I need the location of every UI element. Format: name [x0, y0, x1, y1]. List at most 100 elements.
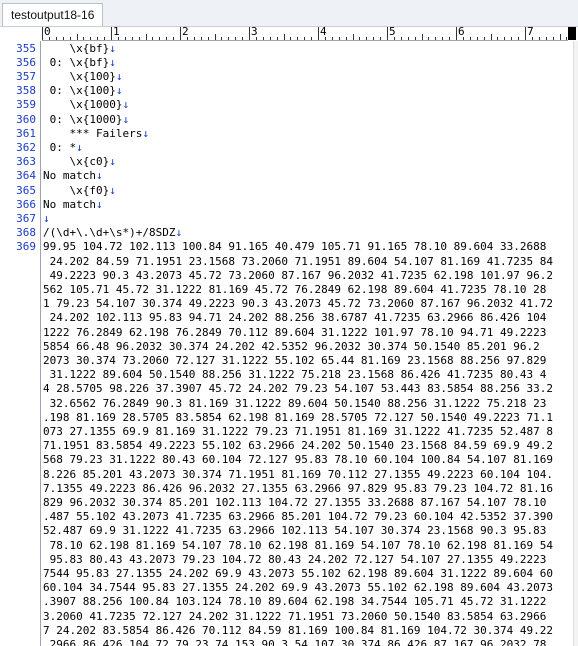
text-line[interactable]: /(\d+\.\d+\s*)+/8SDZ↓	[43, 226, 182, 240]
text-line[interactable]: 24.202 84.59 71.1951 23.1568 73.2060 71.…	[43, 255, 553, 269]
line-text: 7544 95.83 27.1355 24.202 69.9 43.2073 5…	[43, 566, 553, 580]
text-line[interactable]: .487 55.102 43.2073 41.7235 63.2966 85.2…	[43, 510, 553, 524]
text-line[interactable]: 0: \x{bf}↓	[43, 56, 116, 70]
line-text: /(\d+\.\d+\s*)+/8SDZ	[43, 226, 176, 240]
ruler-number: 7	[527, 27, 534, 38]
line-number: 368	[16, 226, 36, 240]
text-line[interactable]: 7544 95.83 27.1355 24.202 69.9 43.2073 5…	[43, 567, 553, 581]
line-text: \x{1000}	[43, 98, 123, 112]
text-line[interactable]: 78.10 62.198 81.169 54.107 78.10 62.198 …	[43, 539, 553, 553]
text-line[interactable]: 2073 30.374 73.2060 72.127 31.1222 55.10…	[43, 354, 546, 368]
line-text: 4 28.5705 98.226 37.3907 45.72 24.202 79…	[43, 382, 553, 396]
tab-testoutput[interactable]: testoutput18-16	[2, 3, 104, 26]
line-number-gutter: 355 356 357 358 359 360 361 362 363 364 365 366 367 3…	[0, 41, 40, 646]
ruler-number: 2	[182, 27, 189, 38]
line-text: 71.1951 83.5854 49.2223 55.102 63.2966 2…	[43, 439, 553, 453]
text-line[interactable]: 99.95 104.72 102.113 100.84 91.165 40.47…	[43, 240, 546, 254]
ruler-tick	[145, 34, 147, 40]
text-line[interactable]: \x{f0}↓	[43, 183, 116, 198]
text-line[interactable]: 829 96.2032 30.374 85.201 102.113 104.72…	[43, 496, 546, 510]
text-line[interactable]: 71.1951 83.5854 49.2223 55.102 63.2966 2…	[43, 439, 553, 453]
ruler-tick	[304, 37, 306, 40]
text-line[interactable]: 0: \x{100}↓	[43, 84, 123, 98]
text-line[interactable]: 60.104 34.7544 95.83 27.1355 24.202 69.9…	[43, 581, 553, 595]
ruler-tick	[152, 37, 154, 40]
text-line[interactable]: ↓	[43, 212, 50, 226]
text-line[interactable]: \x{1000}↓	[43, 98, 129, 112]
text-line[interactable]: 3.2060 41.7235 72.127 24.202 31.1222 71.…	[43, 610, 546, 624]
text-line[interactable]: 1 79.23 54.107 30.374 49.2223 90.3 43.20…	[43, 297, 553, 311]
text-line[interactable]: 32.6562 76.2849 90.3 81.169 31.1222 89.6…	[43, 397, 547, 411]
ruler-tick	[276, 37, 278, 40]
ruler-tick	[207, 37, 209, 40]
text-line[interactable]: 5854 66.48 96.2032 30.374 24.202 42.5352…	[43, 340, 540, 354]
eol-marker-icon: ↓	[95, 169, 103, 183]
ruler-tick	[262, 37, 264, 40]
text-line[interactable]: 52.487 69.9 31.1222 41.7235 63.2966 102.…	[43, 524, 546, 538]
text-line[interactable]: 562 105.71 45.72 31.1222 81.169 45.72 76…	[43, 283, 546, 297]
text-line[interactable]: 7 24.202 83.5854 86.426 70.112 84.59 81.…	[43, 624, 553, 638]
ruler-tick	[552, 37, 554, 40]
ruler-number: 1	[113, 27, 120, 38]
eol-marker-icon: ↓	[142, 126, 149, 140]
line-text: 24.202 102.113 95.83 94.71 24.202 88.256…	[43, 311, 547, 325]
line-text: 49.2223 90.3 43.2073 45.72 73.2060 87.16…	[43, 268, 553, 282]
ruler-tick	[111, 27, 112, 40]
ruler-tick	[490, 34, 492, 40]
ruler-number: 4	[320, 27, 327, 38]
text-line[interactable]: 1222 76.2849 62.198 76.2849 70.112 89.60…	[43, 326, 546, 340]
eol-marker-icon: ↓	[175, 226, 183, 240]
text-line[interactable]: 8.226 85.201 43.2073 30.374 71.1951 81.1…	[43, 468, 553, 482]
text-line[interactable]: 568 79.23 31.1222 80.43 60.104 72.127 95…	[43, 453, 553, 467]
text-line[interactable]: .198 81.169 28.5705 83.5854 62.198 81.16…	[43, 411, 553, 425]
vertical-scrollbar[interactable]	[573, 41, 578, 646]
text-line[interactable]: *** Failers↓	[43, 126, 149, 141]
eol-marker-icon: ↓	[109, 183, 116, 197]
line-number: 366	[16, 197, 36, 211]
gutter-divider	[40, 41, 41, 646]
line-text: .487 55.102 43.2073 41.7235 63.2966 85.2…	[43, 510, 553, 524]
text-line[interactable]: No match↓	[43, 198, 103, 212]
text-line[interactable]: 0: *↓	[43, 141, 83, 155]
line-number: 356	[16, 55, 36, 69]
ruler-tick	[235, 37, 237, 40]
line-text: 99.95 104.72 102.113 100.84 91.165 40.47…	[43, 240, 547, 254]
text-line[interactable]: 95.83 80.43 43.2073 79.23 104.72 80.43 2…	[43, 553, 547, 567]
text-line[interactable]: No match↓	[43, 169, 103, 183]
eol-marker-icon: ↓	[122, 112, 130, 126]
text-line[interactable]: \x{bf}↓	[43, 41, 115, 56]
ruler-tick	[387, 27, 388, 40]
text-line[interactable]: .3907 88.256 100.84 103.124 78.10 89.604…	[43, 595, 546, 609]
text-editor-area[interactable]: \x{bf}↓ 0: \x{bf}↓ \x{100}↓ 0: \x{100}↓ …	[43, 41, 578, 646]
ruler-tick	[380, 37, 382, 40]
text-line[interactable]: 31.1222 89.604 50.1540 88.256 31.1222 75…	[43, 368, 547, 382]
text-line[interactable]: \x{100}↓	[43, 70, 122, 84]
ruler-tick	[76, 34, 78, 40]
line-number: 364	[16, 169, 36, 183]
ruler-tick	[249, 27, 250, 40]
text-line[interactable]: 073 27.1355 69.9 81.169 31.1222 79.23 71…	[43, 425, 553, 439]
text-line[interactable]: 4 28.5705 98.226 37.3907 45.72 24.202 79…	[43, 382, 553, 396]
text-line[interactable]: \x{c0}↓	[43, 155, 115, 169]
text-line[interactable]: 0: \x{1000}↓	[43, 112, 130, 127]
ruler-tick	[124, 37, 126, 40]
line-text: 0: \x{1000}	[43, 112, 123, 126]
ruler-tick	[435, 37, 437, 40]
ruler-tick	[138, 37, 140, 40]
text-line[interactable]: 7.1355 49.2223 86.426 96.2032 27.1355 63…	[43, 482, 553, 496]
ruler-tick	[545, 37, 547, 40]
text-line[interactable]: .2966 86.426 104.72 79.23 74.153 90.3 54…	[43, 638, 546, 646]
column-ruler: 0 1 2 3 4 5 6 7	[42, 27, 568, 41]
eol-marker-icon: ↓	[95, 197, 103, 211]
line-text: \x{bf}	[43, 41, 110, 55]
line-text: .3907 88.256 100.84 103.124 78.10 89.604…	[43, 595, 547, 609]
line-number: 358	[16, 84, 36, 98]
eol-marker-icon: ↓	[115, 69, 123, 83]
line-text: 31.1222 89.604 50.1540 88.256 31.1222 75…	[43, 368, 547, 382]
text-line[interactable]: 24.202 102.113 95.83 94.71 24.202 88.256…	[43, 311, 547, 325]
ruler-cursor-marker	[568, 27, 576, 40]
ruler-tick	[456, 27, 457, 40]
ruler-number: 6	[458, 27, 465, 38]
text-line[interactable]: 49.2223 90.3 43.2073 45.72 73.2060 87.16…	[43, 269, 553, 283]
line-text: 78.10 62.198 81.169 54.107 78.10 62.198 …	[43, 538, 553, 552]
